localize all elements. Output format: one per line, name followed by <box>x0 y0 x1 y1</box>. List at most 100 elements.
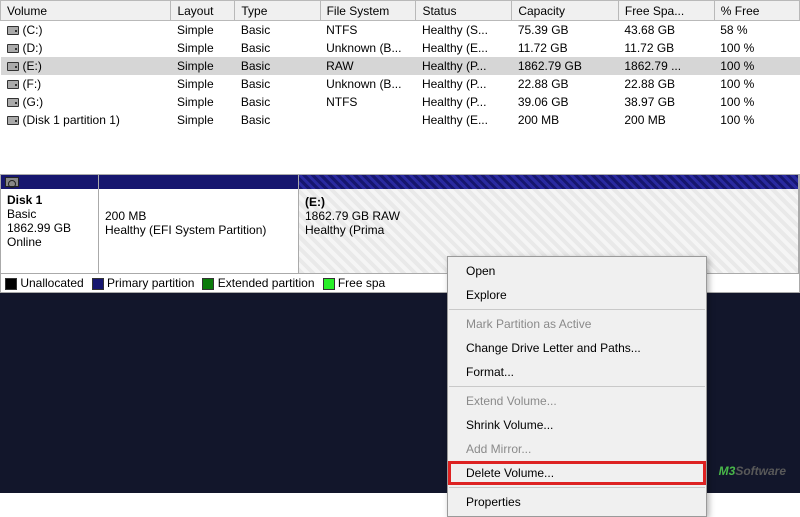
cell: Unknown (B... <box>320 75 416 93</box>
menu-item-shrink-volume[interactable]: Shrink Volume... <box>448 413 706 437</box>
col-free-spa-[interactable]: Free Spa... <box>618 1 714 21</box>
menu-separator <box>449 487 705 488</box>
cell: 22.88 GB <box>618 75 714 93</box>
legend-item: Primary partition <box>92 276 195 290</box>
legend-swatch <box>5 278 17 290</box>
menu-item-explore[interactable]: Explore <box>448 283 706 307</box>
cell: 100 % <box>714 111 799 129</box>
context-menu[interactable]: OpenExplore Mark Partition as ActiveChang… <box>447 256 707 517</box>
cell: (D:) <box>1 39 171 57</box>
disk-size: 1862.99 GB <box>7 221 71 235</box>
cell: Basic <box>235 21 320 40</box>
table-row[interactable]: (Disk 1 partition 1)SimpleBasic Healthy (… <box>1 111 800 129</box>
cell: (C:) <box>1 21 171 40</box>
cell: Simple <box>171 39 235 57</box>
legend-item: Free spa <box>323 276 386 290</box>
col-volume[interactable]: Volume <box>1 1 171 21</box>
cell: Healthy (P... <box>416 75 512 93</box>
col-capacity[interactable]: Capacity <box>512 1 619 21</box>
cell: Basic <box>235 39 320 57</box>
table-row[interactable]: (G:)SimpleBasicNTFSHealthy (P...39.06 GB… <box>1 93 800 111</box>
cell: 58 % <box>714 21 799 40</box>
legend-item: Unallocated <box>5 276 84 290</box>
table-row[interactable]: (C:)SimpleBasicNTFSHealthy (S...75.39 GB… <box>1 21 800 40</box>
cell: (F:) <box>1 75 171 93</box>
table-row[interactable]: (E:)SimpleBasicRAWHealthy (P...1862.79 G… <box>1 57 800 75</box>
partition-status: Healthy (Prima <box>305 223 384 237</box>
drive-icon <box>7 80 19 89</box>
cell: Healthy (E... <box>416 39 512 57</box>
col-type[interactable]: Type <box>235 1 320 21</box>
cell: Basic <box>235 111 320 129</box>
cell: Basic <box>235 57 320 75</box>
cell: (G:) <box>1 93 171 111</box>
disk-icon <box>5 177 19 187</box>
menu-item-open[interactable]: Open <box>448 259 706 283</box>
legend-swatch <box>92 278 104 290</box>
menu-item-add-mirror: Add Mirror... <box>448 437 706 461</box>
table-row[interactable]: (F:)SimpleBasicUnknown (B...Healthy (P..… <box>1 75 800 93</box>
disk-state: Online <box>7 235 42 249</box>
legend-item: Extended partition <box>202 276 314 290</box>
drive-icon <box>7 116 19 125</box>
disk-header: Disk 1 Basic 1862.99 GB Online <box>1 175 99 273</box>
cell: 11.72 GB <box>512 39 619 57</box>
cell: RAW <box>320 57 416 75</box>
col-status[interactable]: Status <box>416 1 512 21</box>
cell: 200 MB <box>618 111 714 129</box>
legend-swatch <box>202 278 214 290</box>
cell: 200 MB <box>512 111 619 129</box>
cell: Simple <box>171 93 235 111</box>
menu-item-mark-partition-as-active: Mark Partition as Active <box>448 312 706 336</box>
cell: Simple <box>171 57 235 75</box>
cell: 100 % <box>714 93 799 111</box>
partition-size: 200 MB <box>105 209 146 223</box>
col--free[interactable]: % Free <box>714 1 799 21</box>
cell: NTFS <box>320 93 416 111</box>
cell: 100 % <box>714 75 799 93</box>
cell: 75.39 GB <box>512 21 619 40</box>
cell: Healthy (S... <box>416 21 512 40</box>
menu-item-properties[interactable]: Properties <box>448 490 706 514</box>
partition-size: 1862.79 GB RAW <box>305 209 400 223</box>
drive-icon <box>7 44 19 53</box>
cell: Simple <box>171 21 235 40</box>
col-layout[interactable]: Layout <box>171 1 235 21</box>
cell: (Disk 1 partition 1) <box>1 111 171 129</box>
cell: 38.97 GB <box>618 93 714 111</box>
cell: Simple <box>171 111 235 129</box>
menu-item-extend-volume: Extend Volume... <box>448 389 706 413</box>
cell: NTFS <box>320 21 416 40</box>
cell: 11.72 GB <box>618 39 714 57</box>
cell: 43.68 GB <box>618 21 714 40</box>
cell: Simple <box>171 75 235 93</box>
volume-table[interactable]: VolumeLayoutTypeFile SystemStatusCapacit… <box>0 0 800 129</box>
drive-icon <box>7 98 19 107</box>
cell: Healthy (P... <box>416 57 512 75</box>
drive-icon <box>7 26 19 35</box>
col-file-system[interactable]: File System <box>320 1 416 21</box>
partition-label: (E:) <box>305 195 325 209</box>
menu-item-format[interactable]: Format... <box>448 360 706 384</box>
cell: Unknown (B... <box>320 39 416 57</box>
table-row[interactable]: (D:)SimpleBasicUnknown (B...Healthy (E..… <box>1 39 800 57</box>
cell: Healthy (P... <box>416 93 512 111</box>
cell: 39.06 GB <box>512 93 619 111</box>
watermark: M3Software <box>719 458 786 481</box>
drive-icon <box>7 62 19 71</box>
cell: 1862.79 GB <box>512 57 619 75</box>
cell: Healthy (E... <box>416 111 512 129</box>
cell: Basic <box>235 93 320 111</box>
menu-item-change-drive-letter-and-paths[interactable]: Change Drive Letter and Paths... <box>448 336 706 360</box>
cell: Basic <box>235 75 320 93</box>
cell: (E:) <box>1 57 171 75</box>
partition-status: Healthy (EFI System Partition) <box>105 223 266 237</box>
menu-item-delete-volume[interactable]: Delete Volume... <box>448 461 706 485</box>
cell: 1862.79 ... <box>618 57 714 75</box>
cell: 100 % <box>714 39 799 57</box>
menu-separator <box>449 309 705 310</box>
cell <box>320 111 416 129</box>
cell: 100 % <box>714 57 799 75</box>
cell: 22.88 GB <box>512 75 619 93</box>
partition[interactable]: 200 MBHealthy (EFI System Partition) <box>99 175 299 273</box>
